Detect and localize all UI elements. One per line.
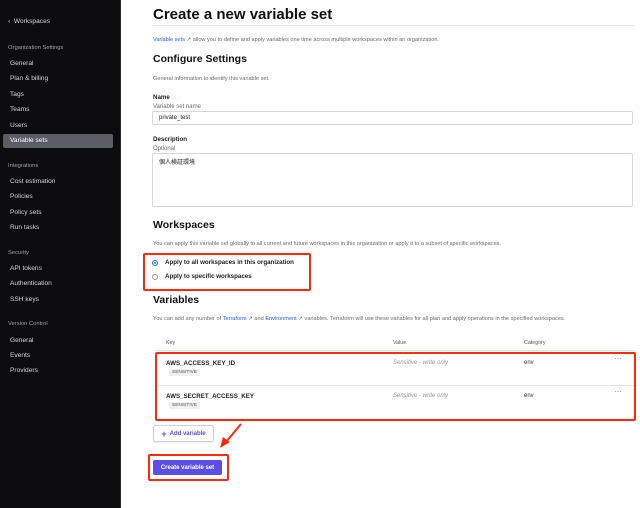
sensitive-badge: SENSITIVE — [169, 402, 201, 409]
radio-label: Apply to all workspaces in this organiza… — [165, 259, 294, 266]
sidebar-item-tags[interactable]: Tags — [3, 88, 113, 102]
variable-category: env — [524, 360, 534, 366]
add-variable-button[interactable]: + Add variable — [153, 425, 214, 442]
radio-label: Apply to specific workspaces — [165, 273, 252, 280]
sidebar-item-users[interactable]: Users — [3, 119, 113, 133]
description-help: Optional — [153, 146, 176, 152]
radio-specific-workspaces[interactable] — [152, 274, 158, 280]
sidebar-item-providers[interactable]: Providers — [3, 364, 113, 378]
sidebar-item-vcs-general[interactable]: General — [3, 334, 113, 348]
workspaces-heading: Workspaces — [153, 219, 215, 231]
sidebar: ‹ Workspaces Organization Settings Gener… — [0, 0, 121, 508]
variable-sets-link[interactable]: Variable sets — [153, 37, 185, 43]
section-heading: Integrations — [8, 163, 39, 169]
section-heading: Version Control — [8, 321, 48, 327]
sidebar-item-authentication[interactable]: Authentication — [3, 277, 113, 291]
terraform-link[interactable]: Terraform — [223, 316, 247, 322]
description-textarea[interactable]: 個人検証環境 — [152, 153, 633, 207]
sidebar-item-plan-billing[interactable]: Plan & billing — [3, 72, 113, 86]
create-variable-set-button[interactable]: Create variable set — [153, 460, 222, 475]
back-to-workspaces-link[interactable]: ‹ Workspaces — [8, 18, 50, 25]
name-input[interactable]: private_test — [152, 111, 633, 125]
name-help: Variable set name — [153, 104, 201, 110]
variables-desc: You can add any number of Terraform ↗ an… — [153, 316, 566, 322]
sidebar-item-general[interactable]: General — [3, 57, 113, 71]
variable-category: env — [524, 393, 534, 399]
sensitive-badge: SENSITIVE — [169, 369, 201, 376]
column-key: Key — [166, 340, 176, 346]
section-heading: Organization Settings — [8, 45, 64, 51]
variables-heading: Variables — [153, 294, 200, 306]
plus-icon: + — [161, 428, 167, 439]
annotation-arrow — [220, 423, 242, 448]
sidebar-item-cost-estimation[interactable]: Cost estimation — [3, 175, 113, 189]
more-options-icon[interactable]: ··· — [614, 387, 622, 396]
sidebar-item-policies[interactable]: Policies — [3, 190, 113, 204]
variable-value: Sensitive - write only — [393, 360, 449, 366]
sidebar-item-variable-sets[interactable]: Variable sets — [3, 134, 113, 148]
environment-link[interactable]: Environment — [265, 316, 296, 322]
sidebar-item-api-tokens[interactable]: API tokens — [3, 262, 113, 276]
name-label: Name — [153, 94, 170, 101]
variable-value: Sensitive - write only — [393, 393, 449, 399]
configure-desc: General information to identify this var… — [153, 76, 270, 82]
sidebar-item-ssh-keys[interactable]: SSH keys — [3, 293, 113, 307]
configure-heading: Configure Settings — [153, 53, 247, 65]
sidebar-item-events[interactable]: Events — [3, 349, 113, 363]
variable-key: AWS_ACCESS_KEY_ID — [166, 360, 236, 367]
divider — [153, 25, 634, 26]
sidebar-item-policy-sets[interactable]: Policy sets — [3, 206, 113, 220]
column-category: Category — [524, 340, 546, 346]
workspaces-desc: You can apply this variable set globally… — [153, 241, 502, 247]
column-value: Value — [393, 340, 407, 346]
section-heading: Security — [8, 250, 29, 256]
page-title: Create a new variable set — [153, 6, 333, 23]
description-label: Description — [153, 136, 188, 143]
sidebar-item-run-tasks[interactable]: Run tasks — [3, 221, 113, 235]
variable-key: AWS_SECRET_ACCESS_KEY — [166, 393, 255, 400]
radio-all-workspaces[interactable] — [152, 260, 158, 266]
sidebar-item-teams[interactable]: Teams — [3, 103, 113, 117]
divider — [155, 350, 635, 351]
more-options-icon[interactable]: ··· — [614, 354, 622, 363]
intro-text: Variable sets ↗ allow you to define and … — [153, 37, 439, 43]
